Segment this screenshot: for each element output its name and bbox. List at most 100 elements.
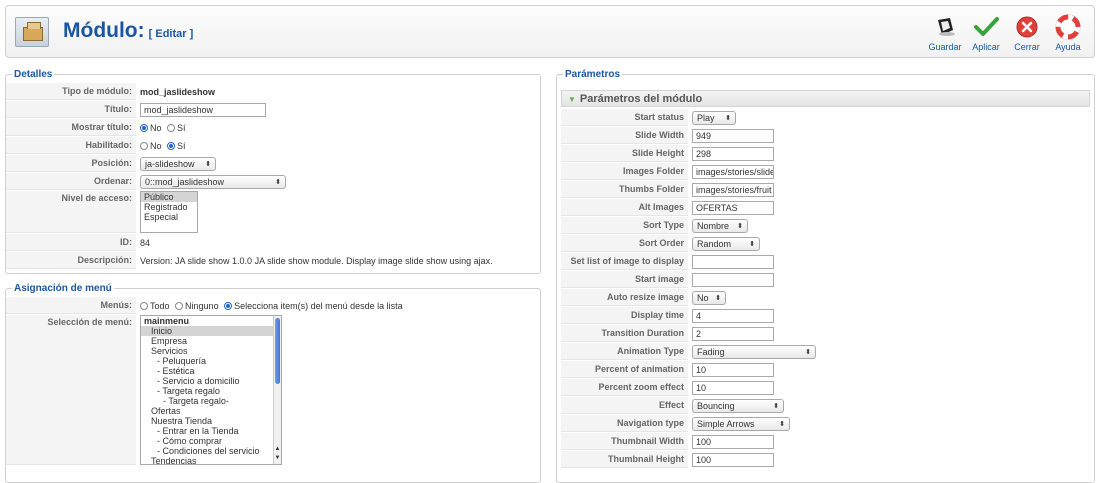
access-level-option[interactable]: Público [141, 192, 197, 202]
sort-type-label: Sort Type [561, 217, 688, 234]
select-arrows-icon: ⬍ [805, 348, 811, 356]
percent-zoom-label: Percent zoom effect [561, 379, 688, 396]
scroll-down-icon[interactable]: ▼ [274, 453, 281, 463]
close-icon [1016, 16, 1038, 38]
start-image-input[interactable] [692, 272, 774, 287]
navigation-type-select[interactable]: Simple Arrows ⬍ [692, 416, 790, 431]
image-list-input[interactable] [692, 254, 774, 269]
list-item[interactable]: Nuestra Tienda [141, 416, 281, 426]
menu-selection-listbox[interactable]: mainmenu Inicio Empresa Servicios - Pelu… [140, 315, 282, 465]
effect-select[interactable]: Bouncing ⬍ [692, 398, 784, 413]
menus-none-radio[interactable] [175, 301, 184, 310]
enabled-label: Habilitado: [6, 137, 136, 154]
list-item[interactable]: Inicio [141, 326, 281, 336]
scrollbar-thumb[interactable] [275, 318, 280, 384]
list-item[interactable]: - Targeta regalo [141, 386, 281, 396]
enabled-no-radio[interactable] [140, 141, 148, 150]
save-label: Guardar [928, 42, 962, 52]
list-item[interactable]: - Cómo comprar [141, 436, 281, 446]
slide-width-input[interactable]: 949 [692, 128, 774, 143]
slide-height-label: Slide Height [561, 145, 688, 162]
menus-all-label: Todo [150, 300, 170, 311]
select-arrows-icon: ⬍ [725, 114, 731, 122]
thumbnail-height-input[interactable]: 100 [692, 452, 774, 467]
animation-type-select[interactable]: Fading ⬍ [692, 344, 816, 359]
auto-resize-select[interactable]: No ⬍ [692, 290, 726, 305]
description-value: Version: JA slide show 1.0.0 JA slide sh… [140, 255, 493, 266]
list-item[interactable]: - Servicio a domicilio [141, 376, 281, 386]
title-input[interactable]: mod_jaslideshow [140, 102, 266, 117]
thumbnail-width-input[interactable]: 100 [692, 434, 774, 449]
percent-animation-label: Percent of animation [561, 361, 688, 378]
menus-none-label: Ninguno [185, 300, 219, 311]
transition-duration-input[interactable]: 2 [692, 326, 774, 341]
percent-zoom-input[interactable]: 10 [692, 380, 774, 395]
thumbs-folder-input[interactable]: images/stories/fruit [692, 182, 774, 197]
position-select[interactable]: ja-slideshow ⬍ [140, 156, 216, 171]
list-item[interactable]: - Targeta regalo- [141, 396, 281, 406]
show-title-no-radio[interactable] [140, 123, 148, 132]
module-type-value: mod_jaslideshow [140, 86, 216, 97]
alt-images-label: Alt Images [561, 199, 688, 216]
alt-images-input[interactable]: OFERTAS [692, 200, 774, 215]
list-item[interactable]: - Peluquería [141, 356, 281, 366]
list-item[interactable]: mainmenu [141, 316, 281, 326]
checkmark-icon [974, 17, 999, 36]
display-time-input[interactable]: 4 [692, 308, 774, 323]
module-parameters-pane-header[interactable]: ▼ Parámetros del módulo [561, 90, 1090, 107]
module-icon [15, 17, 49, 47]
parameters-list: Start status Play ⬍ Slide Width 949 Slide… [561, 108, 1090, 469]
id-value: 84 [140, 237, 151, 248]
start-status-select[interactable]: Play ⬍ [692, 110, 736, 125]
access-level-option[interactable]: Especial [141, 212, 197, 222]
list-item[interactable]: - Entrar en la Tienda [141, 426, 281, 436]
list-item[interactable]: - Estética [141, 366, 281, 376]
apply-button[interactable]: Aplicar [964, 14, 1008, 54]
select-arrows-icon: ⬍ [737, 222, 743, 230]
save-icon [938, 18, 955, 36]
percent-animation-input[interactable]: 10 [692, 362, 774, 377]
parameters-legend: Parámetros [565, 69, 621, 80]
page-title-text: Módulo: [63, 19, 145, 42]
auto-resize-label: Auto resize image [561, 289, 688, 306]
sort-type-select[interactable]: Nombre ⬍ [692, 218, 748, 233]
display-time-label: Display time [561, 307, 688, 324]
order-select[interactable]: 0::mod_jaslideshow ⬍ [140, 174, 286, 189]
effect-label: Effect [561, 397, 688, 414]
help-button[interactable]: Ayuda [1046, 14, 1090, 54]
enabled-no-label: No [150, 140, 162, 151]
show-title-yes-radio[interactable] [167, 123, 176, 132]
list-item[interactable]: Tendencias [141, 456, 281, 464]
module-type-label: Tipo de módulo: [6, 83, 136, 100]
list-item[interactable]: Servicios [141, 346, 281, 356]
id-label: ID: [6, 234, 136, 251]
access-level-listbox[interactable]: Público Registrado Especial [140, 191, 198, 233]
list-item[interactable]: Ofertas [141, 406, 281, 416]
sort-order-select[interactable]: Random ⬍ [692, 236, 760, 251]
image-list-label: Set list of image to display [561, 253, 688, 270]
sort-type-value: Nombre [697, 220, 730, 231]
menu-assignment-panel: Asignación de menú Menús: Todo Ninguno S… [5, 283, 541, 483]
title-label: Título: [6, 101, 136, 118]
menu-list-scrollbar[interactable]: ▲ ▼ [273, 316, 281, 464]
menus-select-radio[interactable] [224, 301, 233, 310]
list-item[interactable]: - Condiciones del servicio [141, 446, 281, 456]
close-label: Cerrar [1014, 42, 1040, 52]
sort-order-value: Random [697, 238, 732, 249]
select-arrows-icon: ⬍ [205, 160, 211, 168]
save-button[interactable]: Guardar [923, 14, 967, 54]
animation-type-label: Animation Type [561, 343, 688, 360]
list-item[interactable]: Empresa [141, 336, 281, 346]
menus-all-radio[interactable] [140, 301, 148, 310]
navigation-type-label: Navigation type [561, 415, 688, 432]
enabled-yes-radio[interactable] [167, 141, 176, 150]
show-title-no-label: No [150, 122, 162, 133]
position-label: Posición: [6, 155, 136, 172]
thumbs-folder-label: Thumbs Folder [561, 181, 688, 198]
close-button[interactable]: Cerrar [1005, 14, 1049, 54]
slide-height-input[interactable]: 298 [692, 146, 774, 161]
access-level-option[interactable]: Registrado [141, 202, 197, 212]
position-select-value: ja-slideshow [145, 158, 195, 169]
images-folder-input[interactable]: images/stories/slide [692, 164, 774, 179]
start-status-value: Play [697, 112, 715, 123]
